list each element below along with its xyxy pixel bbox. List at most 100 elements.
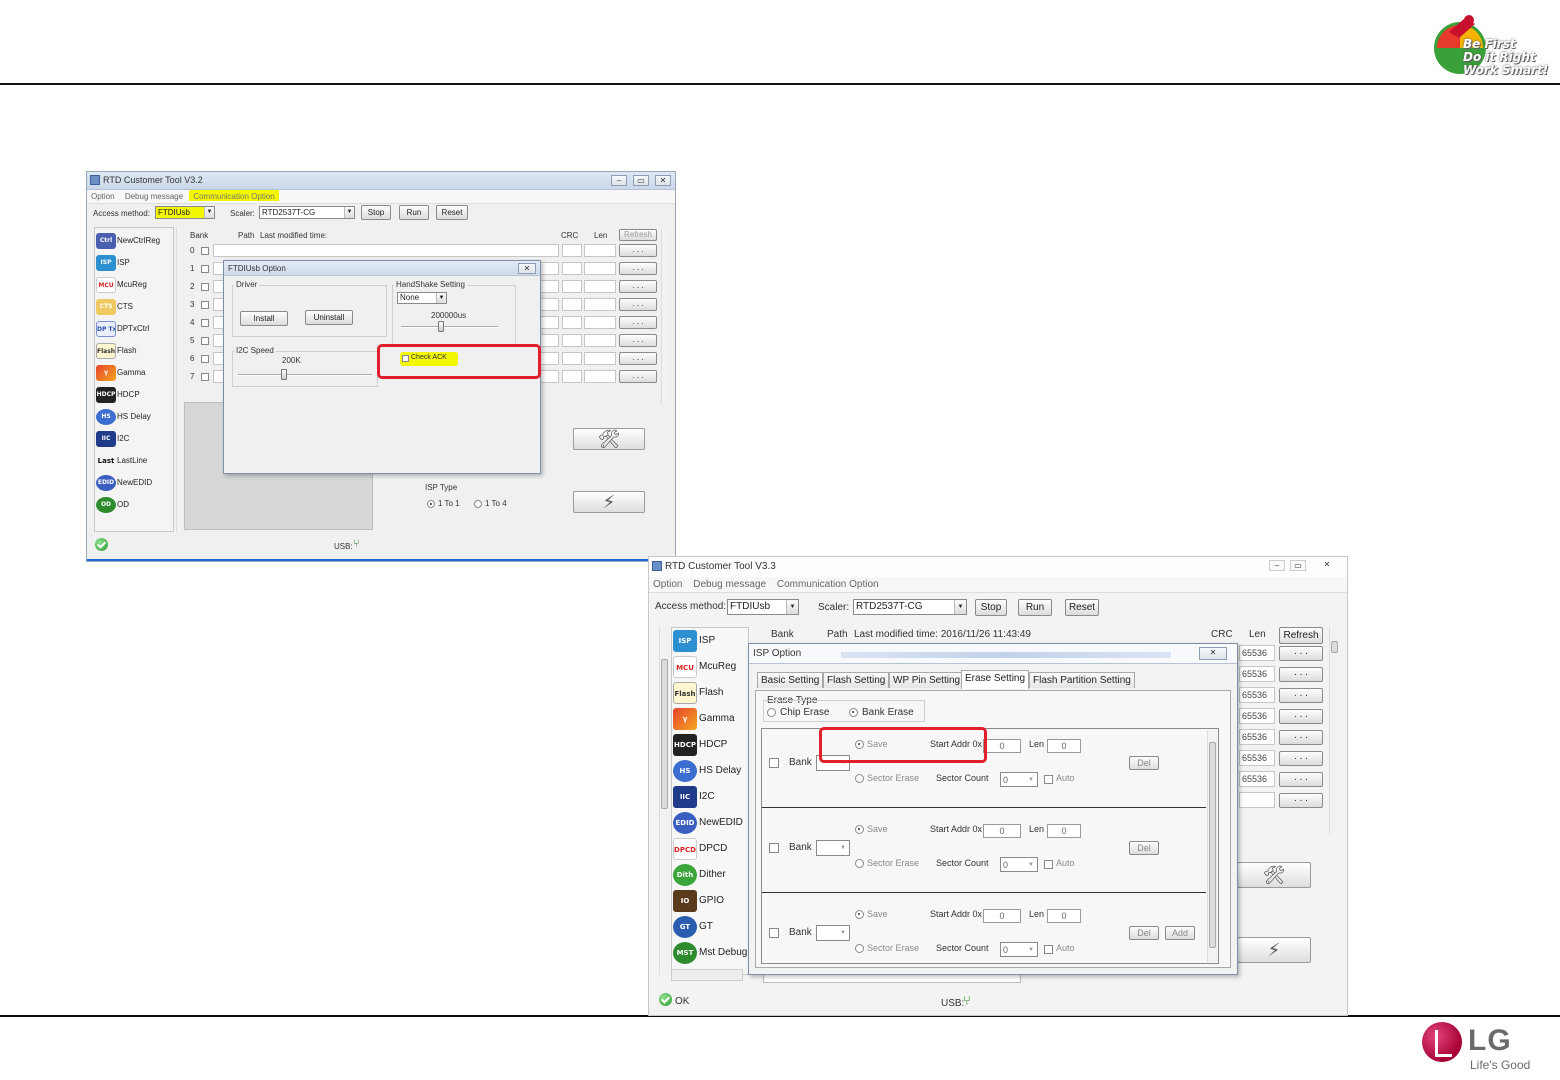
menu-communication-option[interactable]: Communication Option: [189, 190, 279, 201]
chip-erase-radio[interactable]: [767, 708, 776, 717]
browse-button[interactable]: . . .: [1279, 730, 1323, 745]
start-addr-input[interactable]: 0: [983, 909, 1021, 923]
close-icon[interactable]: ✕: [518, 263, 536, 274]
delete-button[interactable]: Del: [1129, 841, 1159, 855]
list-scrollbar[interactable]: [176, 227, 181, 532]
run-button[interactable]: Run: [399, 205, 429, 220]
maximize-button[interactable]: ▭: [633, 175, 649, 186]
menu-option[interactable]: Option: [649, 577, 686, 590]
bank-checkbox[interactable]: [201, 337, 209, 345]
browse-button[interactable]: . . .: [619, 280, 657, 293]
len-input[interactable]: 0: [1047, 824, 1081, 838]
browse-button[interactable]: . . .: [619, 370, 657, 383]
maximize-button[interactable]: ▭: [1290, 560, 1306, 571]
menu-debug-message[interactable]: Debug message: [121, 190, 187, 201]
close-button[interactable]: ✕: [655, 175, 671, 186]
reset-button[interactable]: Reset: [1065, 599, 1099, 616]
delete-button[interactable]: Del: [1129, 756, 1159, 770]
path-cell[interactable]: [213, 244, 559, 257]
i2c-slider-thumb[interactable]: [281, 369, 287, 380]
auto-checkbox[interactable]: [1044, 860, 1053, 869]
menu-communication-option[interactable]: Communication Option: [773, 577, 883, 590]
browse-button[interactable]: . . .: [619, 334, 657, 347]
browse-button[interactable]: . . .: [1279, 646, 1323, 661]
tool-flash-button[interactable]: ⚡: [573, 491, 645, 513]
sector-count-select[interactable]: 0 ▼: [1000, 772, 1038, 787]
isp-type-1to4-radio[interactable]: [474, 500, 482, 508]
refresh-button[interactable]: Refresh: [619, 229, 657, 241]
browse-button[interactable]: . . .: [619, 352, 657, 365]
install-button[interactable]: Install: [240, 311, 288, 326]
bank-select[interactable]: ▼: [816, 925, 850, 941]
run-button[interactable]: Run: [1018, 599, 1052, 616]
sector-erase-radio[interactable]: [855, 859, 864, 868]
handshake-slider-thumb[interactable]: [438, 321, 444, 332]
list-scrollbar-left[interactable]: [659, 627, 670, 975]
browse-button[interactable]: . . .: [1279, 709, 1323, 724]
sector-count-select[interactable]: 0 ▼: [1000, 857, 1038, 872]
tool-wrench-button[interactable]: 🛠: [1237, 862, 1311, 888]
tab-flash-setting[interactable]: Flash Setting: [823, 672, 890, 688]
minimize-button[interactable]: –: [1269, 560, 1285, 571]
tab-flash-partition-setting[interactable]: Flash Partition Setting: [1029, 672, 1135, 688]
browse-button[interactable]: . . .: [1279, 751, 1323, 766]
auto-checkbox[interactable]: [1044, 945, 1053, 954]
auto-checkbox[interactable]: [1044, 775, 1053, 784]
bank-checkbox[interactable]: [201, 373, 209, 381]
browse-button[interactable]: . . .: [1279, 688, 1323, 703]
close-button[interactable]: ✕: [1319, 560, 1335, 571]
bank-checkbox[interactable]: [201, 265, 209, 273]
delete-button[interactable]: Del: [1129, 926, 1159, 940]
browse-button[interactable]: . . .: [619, 316, 657, 329]
sector-count-select[interactable]: 0 ▼: [1000, 942, 1038, 957]
browse-button[interactable]: . . .: [1279, 667, 1323, 682]
add-button[interactable]: Add: [1165, 926, 1195, 940]
len-input[interactable]: 0: [1047, 739, 1081, 753]
bank-enable-checkbox[interactable]: [769, 843, 779, 853]
browse-button[interactable]: . . .: [619, 244, 657, 257]
handshake-select[interactable]: None ▼: [397, 292, 447, 304]
bank-enable-checkbox[interactable]: [769, 928, 779, 938]
browse-button[interactable]: . . .: [619, 262, 657, 275]
menu-option[interactable]: Option: [87, 190, 119, 201]
bank-checkbox[interactable]: [201, 355, 209, 363]
erase-list-scrollbar[interactable]: [1207, 730, 1217, 962]
reset-button[interactable]: Reset: [436, 205, 468, 220]
sector-erase-radio[interactable]: [855, 944, 864, 953]
bank-checkbox[interactable]: [201, 301, 209, 309]
minimize-button[interactable]: –: [611, 175, 627, 186]
stop-button[interactable]: Stop: [975, 599, 1007, 616]
browse-button[interactable]: . . .: [619, 298, 657, 311]
access-method-select[interactable]: FTDIUsb ▼: [727, 599, 799, 615]
bank-checkbox[interactable]: [201, 319, 209, 327]
tab-wp-pin-setting[interactable]: WP Pin Setting: [889, 672, 965, 688]
scaler-select[interactable]: RTD2537T-CG ▼: [259, 206, 355, 219]
tab-basic-setting[interactable]: Basic Setting: [757, 672, 824, 688]
tab-erase-setting[interactable]: Erase Setting: [961, 670, 1030, 689]
start-addr-input[interactable]: 0: [983, 824, 1021, 838]
access-method-select[interactable]: FTDIUsb ▼: [155, 206, 215, 219]
len-input[interactable]: 0: [1047, 909, 1081, 923]
save-radio[interactable]: [855, 825, 864, 834]
save-radio[interactable]: [855, 910, 864, 919]
close-icon[interactable]: ✕: [1199, 647, 1227, 660]
list-hscrollbar[interactable]: [671, 969, 743, 981]
isp-type-1to1-radio[interactable]: [427, 500, 435, 508]
tool-wrench-button[interactable]: 🛠: [573, 428, 645, 450]
table-scrollbar[interactable]: [661, 229, 669, 404]
uninstall-button[interactable]: Uninstall: [305, 310, 353, 325]
tool-flash-button[interactable]: ⚡: [1237, 937, 1311, 963]
start-addr-input[interactable]: 0: [983, 739, 1021, 753]
bank-checkbox[interactable]: [201, 247, 209, 255]
menu-debug-message[interactable]: Debug message: [689, 577, 770, 590]
sector-erase-radio[interactable]: [855, 774, 864, 783]
browse-button[interactable]: . . .: [1279, 772, 1323, 787]
table-scrollbar[interactable]: [1329, 627, 1339, 835]
bank-erase-radio[interactable]: [849, 708, 858, 717]
browse-button[interactable]: . . .: [1279, 793, 1323, 808]
scaler-select[interactable]: RTD2537T-CG ▼: [853, 599, 967, 615]
stop-button[interactable]: Stop: [361, 205, 391, 220]
refresh-button[interactable]: Refresh: [1279, 627, 1323, 644]
bank-enable-checkbox[interactable]: [769, 758, 779, 768]
bank-checkbox[interactable]: [201, 283, 209, 291]
